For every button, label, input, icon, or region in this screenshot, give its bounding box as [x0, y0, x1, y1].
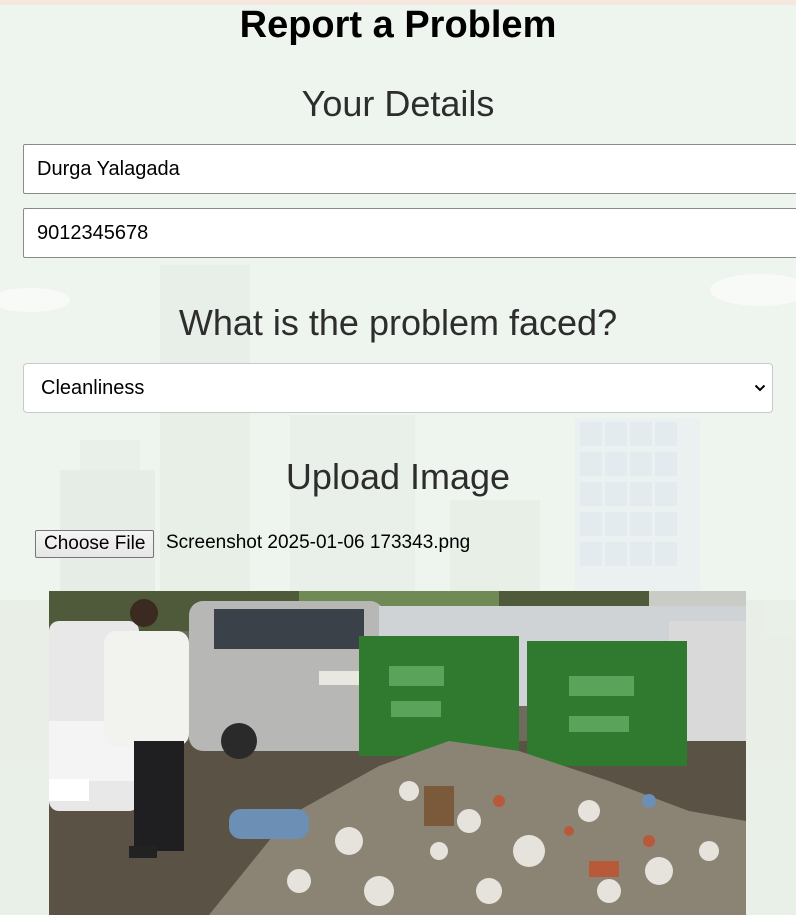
upload-image-heading: Upload Image [285, 456, 511, 497]
phone-input[interactable] [23, 208, 796, 258]
problem-type-select[interactable]: Cleanliness [23, 363, 773, 413]
choose-file-button[interactable]: Choose File [35, 530, 155, 558]
page-title: Report a Problem [239, 4, 557, 46]
problem-type-selected-value: Cleanliness [41, 377, 145, 399]
selected-file-name: Screenshot 2025-01-06 173343.png [166, 532, 471, 553]
your-details-heading: Your Details [301, 83, 495, 124]
chevron-down-icon [754, 384, 766, 392]
report-form: Report a Problem Your Details What is th… [0, 0, 796, 915]
problem-heading: What is the problem faced? [178, 302, 618, 343]
name-input[interactable] [23, 144, 796, 194]
uploaded-image-preview [49, 591, 746, 915]
